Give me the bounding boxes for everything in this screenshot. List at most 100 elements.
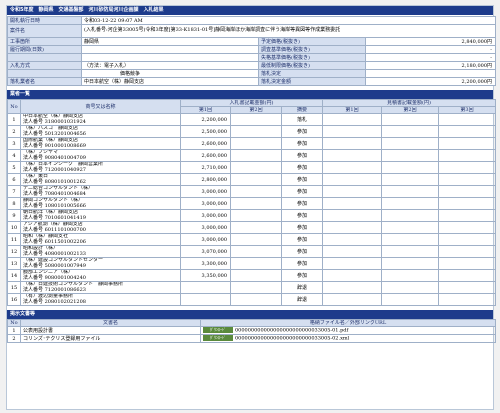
bidder-corp-number: 法人番号 4080001002133 (23, 250, 86, 257)
bidder-no: 2 (7, 125, 21, 138)
est-round1 (322, 245, 382, 258)
bid-round2 (230, 209, 282, 222)
est-round1 (322, 281, 382, 294)
bid-round2 (230, 125, 282, 138)
doc-no: 1 (7, 326, 21, 335)
bid-round1 (180, 293, 231, 306)
est-round3 (438, 197, 496, 210)
bidder-corp-number: 法人番号 6011101000700 (23, 226, 86, 233)
doc-file-name[interactable]: 000000000000000000000000033005-01.pdf (235, 328, 348, 334)
est-round3 (438, 293, 496, 306)
open-date-label: 開札執行日時 (7, 16, 82, 25)
bid-round2 (230, 245, 282, 258)
bid-remarks: 参加 (281, 149, 323, 162)
est-round2 (381, 137, 439, 150)
bid-round1 (180, 281, 231, 294)
est-round2 (381, 233, 439, 246)
col-bid-amount: 入札書記載金額(円) (180, 99, 323, 107)
download-button[interactable]: ﾀﾞｳﾝﾛｰﾄﾞ (203, 327, 233, 334)
doc-file-name[interactable]: 000000000000000000000000033005-02.xml (235, 336, 349, 342)
decision-value (365, 69, 496, 78)
doc-row: 2 コリンズ･テクリス登録用ファイル ﾀﾞｳﾝﾛｰﾄﾞ 000000000000000… (7, 334, 496, 343)
download-button[interactable]: ﾀﾞｳﾝﾛｰﾄﾞ (203, 335, 233, 342)
est-round2 (381, 245, 439, 258)
min-price-label: 最低制限価格(税抜き) (258, 61, 366, 70)
bid-round1: 3,000,000 (180, 185, 231, 198)
bidder-name-cell: （株）パスコ 静岡支店 法人番号 5013201004656 (20, 125, 181, 138)
bidder-name-cell: （株）フジヤマ 法人番号 9080401004709 (20, 149, 181, 162)
table-row: 7 テニ総合コンサルタント（株） 法人番号 7080401004684 3,000,0… (7, 185, 496, 198)
bidder-corp-number: 法人番号 9080401004709 (23, 154, 86, 161)
loss-base-label: 失格基準価格(税抜き) (258, 53, 366, 62)
min-price-value: 2,180,000円 (365, 61, 496, 70)
est-round2 (381, 221, 439, 234)
bid-remarks: 参加 (281, 125, 323, 138)
col-name: 商号又は名称 (20, 99, 181, 114)
bidder-name-cell: 国際航業（株）静岡支店 法人番号 9010001008669 (20, 137, 181, 150)
est-round2 (381, 185, 439, 198)
doc-row: 1 公表用設計書 ﾀﾞｳﾝﾛｰﾄﾞ 0000000000000000000000000… (7, 326, 496, 335)
bid-round1: 3,350,000 (180, 269, 231, 282)
bid-round1: 2,710,000 (180, 161, 231, 174)
bid-remarks: 落札 (281, 113, 323, 126)
bid-remarks: 参加 (281, 209, 323, 222)
bid-round2 (230, 197, 282, 210)
est-round1 (322, 269, 382, 282)
bid-remarks: 参加 (281, 185, 323, 198)
est-round3 (438, 137, 496, 150)
bid-round2 (230, 185, 282, 198)
col-round1: 第1回 (180, 106, 231, 114)
bid-round2 (230, 137, 282, 150)
bid-round1: 3,300,000 (180, 257, 231, 270)
bid-round1: 2,600,000 (180, 137, 231, 150)
est-round2 (381, 281, 439, 294)
bid-round2 (230, 161, 282, 174)
est-round1 (322, 293, 382, 306)
col-est2: 第2回 (381, 106, 439, 114)
est-round1 (322, 173, 382, 186)
bidder-no: 9 (7, 209, 21, 222)
est-round3 (438, 209, 496, 222)
table-row: 8 静岡コンサルタント（株） 法人番号 1080101005666 3,000,000… (7, 197, 496, 210)
bidder-name-cell: （株）日本インシーク 静岡営業所 法人番号 7120001040927 (20, 161, 181, 174)
bid-round1: 2,600,000 (180, 149, 231, 162)
table-row: 10 アジア航測（株）静岡支店 法人番号 6011101000700 3,000,00… (7, 221, 496, 234)
bidder-no: 15 (7, 281, 21, 294)
bid-remarks: 参加 (281, 161, 323, 174)
est-round2 (381, 293, 439, 306)
est-round3 (438, 161, 496, 174)
est-round1 (322, 113, 382, 126)
decision-label: 落札決定 (258, 69, 366, 78)
bidder-no: 8 (7, 197, 21, 210)
est-round3 (438, 257, 496, 270)
doc-file-cell: ﾀﾞｳﾝﾛｰﾄﾞ 000000000000000000000000033005-0… (200, 334, 496, 343)
est-round1 (322, 137, 382, 150)
bidder-no: 13 (7, 257, 21, 270)
planned-price-value: 2,840,000円 (365, 37, 496, 46)
bid-remarks: 辞退 (281, 281, 323, 294)
est-round2 (381, 125, 439, 138)
bidder-name-cell: （有）渡辺測量事務所 法人番号 2080102021208 (20, 293, 181, 306)
est-round3 (438, 269, 496, 282)
winner-label: 落札業者名 (7, 77, 82, 86)
table-row: 6 （株）東日 法人番号 8080101001262 2,800,000 参加 (7, 173, 496, 186)
bid-remarks: 参加 (281, 197, 323, 210)
est-round1 (322, 125, 382, 138)
bid-remarks: 参加 (281, 173, 323, 186)
bidder-corp-number: 法人番号 5013201004656 (23, 130, 86, 137)
est-round2 (381, 269, 439, 282)
award-price-value: 2,200,000円 (365, 77, 496, 86)
table-row: 5 （株）日本インシーク 静岡営業所 法人番号 7120001040927 2,710… (7, 161, 496, 174)
survey-base-label: 調査基準価格(税抜き) (258, 45, 366, 54)
bidder-name-cell: （株）日建技術コンサルタント 静岡事務所 法人番号 7120001086623 (20, 281, 181, 294)
bidders-section-title: 業者一覧 (7, 90, 493, 99)
bid-round2 (230, 221, 282, 234)
bid-round2 (230, 257, 282, 270)
bidder-corp-number: 法人番号 8080101001262 (23, 178, 86, 185)
planned-price-label: 予定価格(税抜き) (258, 37, 366, 46)
open-date-value: 令和03-12-22 09:07 AM (81, 16, 496, 25)
bidders-table: No 商号又は名称 入札書記載金額(円) 見積書記載金額(円) 第1回 第2回 … (7, 99, 496, 306)
doc-file-cell: ﾀﾞｳﾝﾛｰﾄﾞ 000000000000000000000000033005-0… (200, 326, 496, 335)
bid-round2 (230, 113, 282, 126)
table-row: 3 国際航業（株）静岡支店 法人番号 9010001008669 2,600,000 参… (7, 137, 496, 150)
